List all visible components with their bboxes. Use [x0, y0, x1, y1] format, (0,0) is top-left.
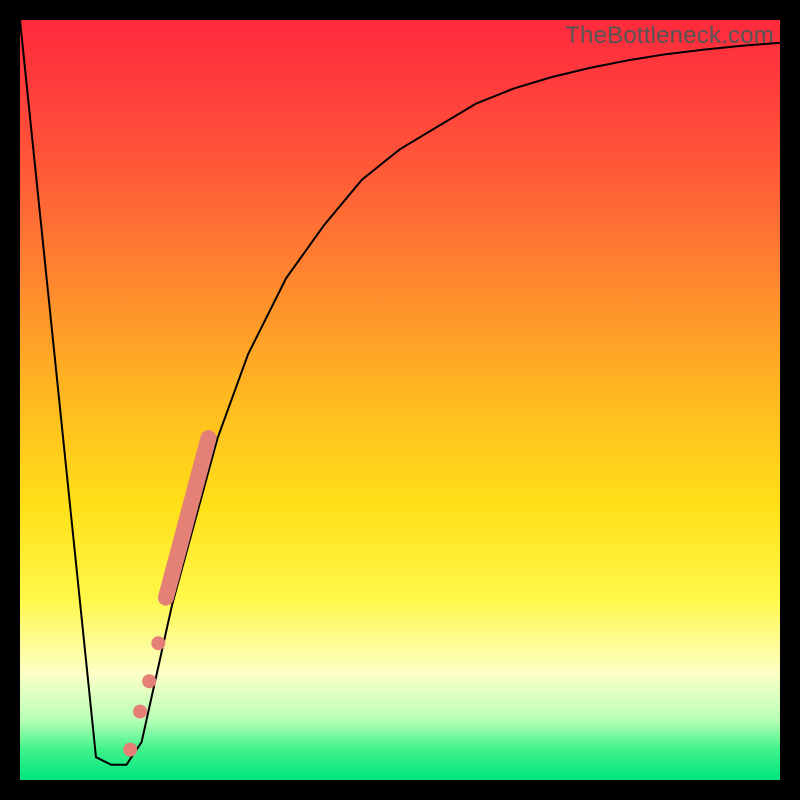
chart-frame: TheBottleneck.com [0, 0, 800, 800]
marker-segment [166, 438, 209, 598]
marker-dot [133, 705, 147, 719]
curve-markers [123, 438, 208, 757]
marker-dot [151, 636, 165, 650]
plot-area: TheBottleneck.com [20, 20, 780, 780]
marker-dot [142, 674, 156, 688]
chart-svg [20, 20, 780, 780]
marker-dot [123, 743, 137, 757]
bottleneck-curve [20, 20, 780, 765]
